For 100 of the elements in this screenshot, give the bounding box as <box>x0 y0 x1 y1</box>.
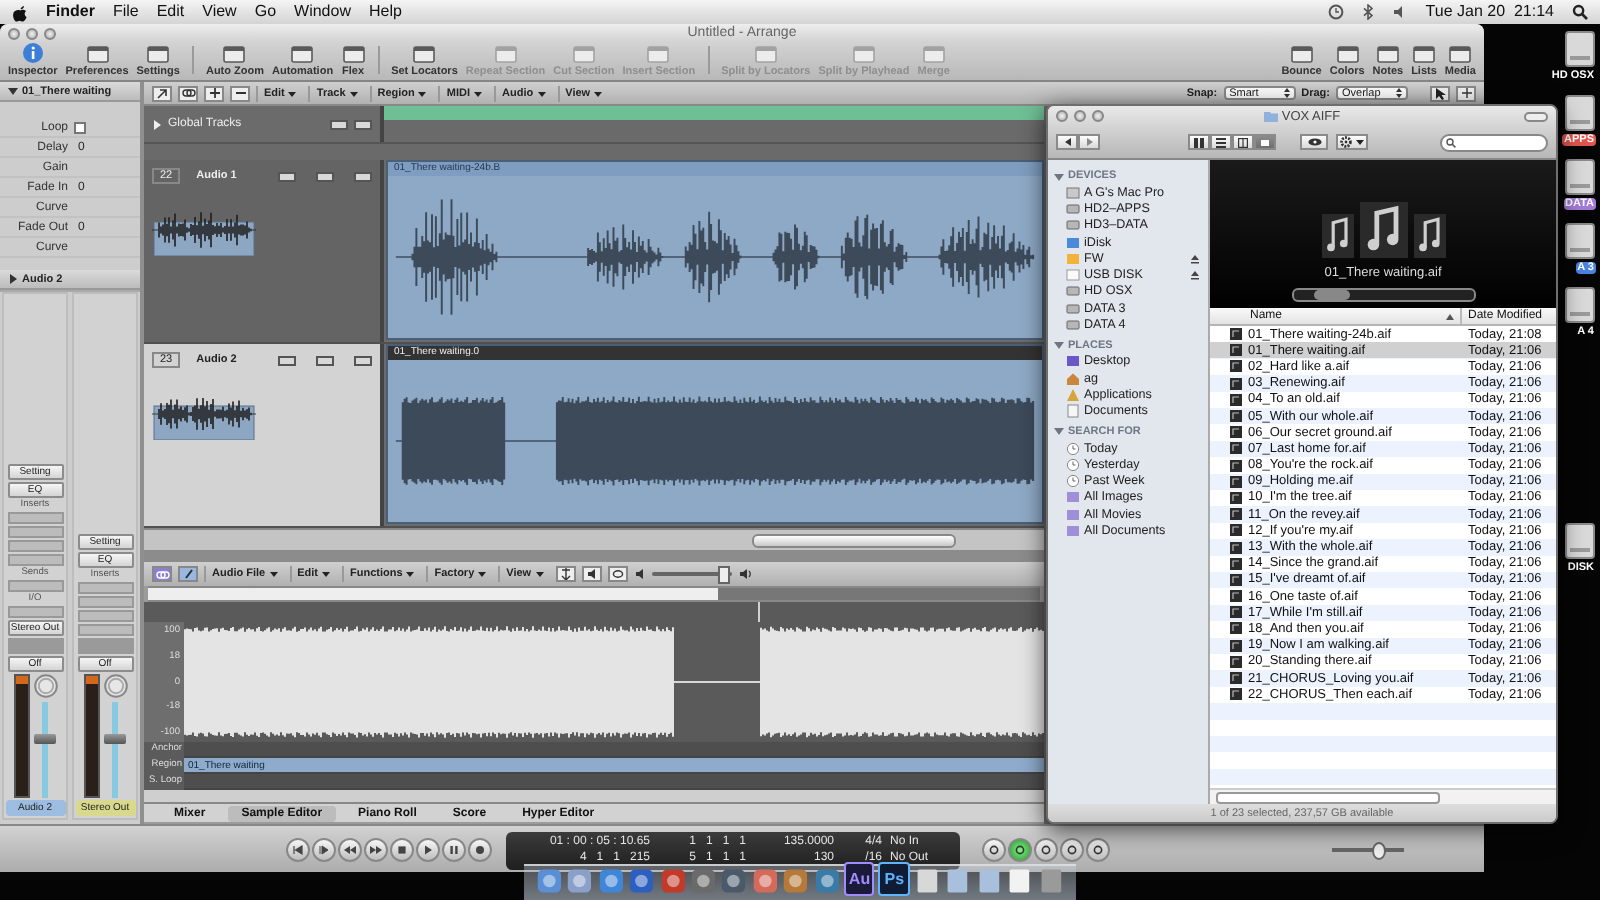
stop-button[interactable] <box>390 838 414 862</box>
tool-button[interactable] <box>204 85 224 101</box>
solo-button[interactable] <box>1060 838 1084 862</box>
play-button[interactable] <box>416 838 440 862</box>
scroll-bar[interactable] <box>1210 788 1556 804</box>
column-view-icon <box>1238 137 1248 147</box>
disclosure-triangle-icon[interactable] <box>1054 340 1064 351</box>
menu-item[interactable]: Go <box>254 2 277 22</box>
mute-button[interactable] <box>278 355 296 365</box>
transport-icon <box>1014 844 1026 856</box>
crosshair-icon <box>1461 88 1471 98</box>
menu-item[interactable]: File <box>112 2 139 22</box>
go-to-start-button[interactable] <box>286 838 310 862</box>
menu-clock[interactable]: Tue Jan 20 21:14 <box>1425 2 1554 22</box>
scroll-bar[interactable] <box>144 790 1044 802</box>
transport-icon <box>1040 844 1052 856</box>
close-button[interactable] <box>8 27 20 39</box>
play-from-selection-button[interactable] <box>312 838 336 862</box>
window-icon <box>146 44 171 64</box>
app-icon <box>628 866 656 896</box>
pencil-icon <box>183 568 193 580</box>
audio-file-icon <box>1230 491 1242 504</box>
tool-button[interactable] <box>230 85 250 101</box>
updown-icon <box>1283 88 1290 98</box>
hard-drive-icon <box>1564 220 1596 260</box>
app-icon[interactable]: Au <box>844 862 875 896</box>
document-icon <box>1066 404 1080 419</box>
disclosure-triangle-icon[interactable] <box>8 274 18 284</box>
audio-file-icon <box>1230 606 1242 619</box>
audio-file-icon <box>1230 410 1242 423</box>
record-button[interactable] <box>354 171 372 181</box>
tool-button[interactable] <box>555 566 576 582</box>
checkbox[interactable] <box>74 121 86 133</box>
quick-look-button[interactable] <box>1300 134 1328 150</box>
app-icon[interactable]: Ps <box>878 862 910 896</box>
link-icon <box>181 88 195 98</box>
caret-icon <box>535 570 544 578</box>
forward-button[interactable] <box>364 838 388 862</box>
tool-button[interactable] <box>178 85 198 101</box>
crosshair-tool-button[interactable] <box>1456 85 1476 101</box>
cover-flow-icon <box>1260 137 1270 147</box>
view-button[interactable] <box>1232 134 1254 150</box>
updown-icon <box>1396 88 1402 98</box>
close-button[interactable] <box>1056 110 1068 122</box>
forward-icon <box>1085 138 1093 146</box>
transport-icon <box>370 844 382 856</box>
audio-file-icon <box>1230 688 1242 701</box>
fader-thumb[interactable] <box>104 734 126 745</box>
cycle-button[interactable] <box>1008 838 1032 862</box>
action-button[interactable] <box>1336 134 1368 150</box>
solo-button[interactable] <box>316 355 334 365</box>
punch-button[interactable] <box>1034 838 1058 862</box>
view-button[interactable] <box>1188 134 1210 150</box>
caret-icon <box>418 89 427 97</box>
disclosure-triangle-icon[interactable] <box>1054 426 1064 437</box>
zoom-in-icon <box>209 88 219 98</box>
fader-thumb[interactable] <box>34 734 56 745</box>
menu-item[interactable]: Window <box>294 2 351 22</box>
scroll-bar[interactable] <box>1291 288 1475 302</box>
mute-button[interactable] <box>278 171 296 181</box>
pause-button[interactable] <box>442 838 466 862</box>
solo-button[interactable] <box>316 171 334 181</box>
replace-button[interactable] <box>982 838 1006 862</box>
rewind-button[interactable] <box>338 838 362 862</box>
slider-thumb[interactable] <box>717 566 730 584</box>
disclosure-triangle-icon[interactable] <box>1054 171 1064 181</box>
search-field[interactable] <box>1440 133 1548 151</box>
minimize-button[interactable] <box>26 27 38 39</box>
back-icon <box>1063 138 1071 146</box>
disclosure-triangle-icon[interactable] <box>152 119 162 129</box>
record-button[interactable] <box>468 838 492 862</box>
disclosure-triangle-icon[interactable] <box>8 86 18 96</box>
menu-item[interactable]: Finder <box>46 2 95 22</box>
back-button[interactable] <box>1056 134 1078 150</box>
minimize-button[interactable] <box>1074 110 1086 122</box>
menu-item[interactable]: Help <box>368 2 402 22</box>
zoom-button[interactable] <box>44 27 56 39</box>
input-slot[interactable] <box>7 606 63 618</box>
tool-button[interactable] <box>607 566 628 582</box>
audio-file-icon <box>1230 442 1242 455</box>
window-icon <box>412 44 437 64</box>
toolbar-toggle-button[interactable] <box>1524 111 1548 121</box>
menu-item[interactable]: View <box>202 2 237 22</box>
zoom-button[interactable] <box>1092 110 1104 122</box>
sort-arrow-icon <box>1446 313 1454 319</box>
audio-file-icon <box>1230 541 1242 554</box>
menu-item[interactable]: Edit <box>156 2 185 22</box>
tool-button[interactable] <box>178 566 198 582</box>
group-slot <box>7 638 63 654</box>
pointer-tool-button[interactable] <box>1430 85 1450 101</box>
record-button[interactable] <box>354 355 372 365</box>
arrow-icon <box>156 87 168 99</box>
tool-button[interactable] <box>152 85 172 101</box>
pan-knob-icon <box>33 674 57 698</box>
sync-button[interactable] <box>1086 838 1110 862</box>
tool-button[interactable] <box>581 566 602 582</box>
view-button[interactable] <box>1210 134 1232 150</box>
scroll-bar[interactable] <box>144 528 1044 550</box>
slider-thumb[interactable] <box>1371 842 1386 860</box>
caret-icon <box>474 89 483 97</box>
